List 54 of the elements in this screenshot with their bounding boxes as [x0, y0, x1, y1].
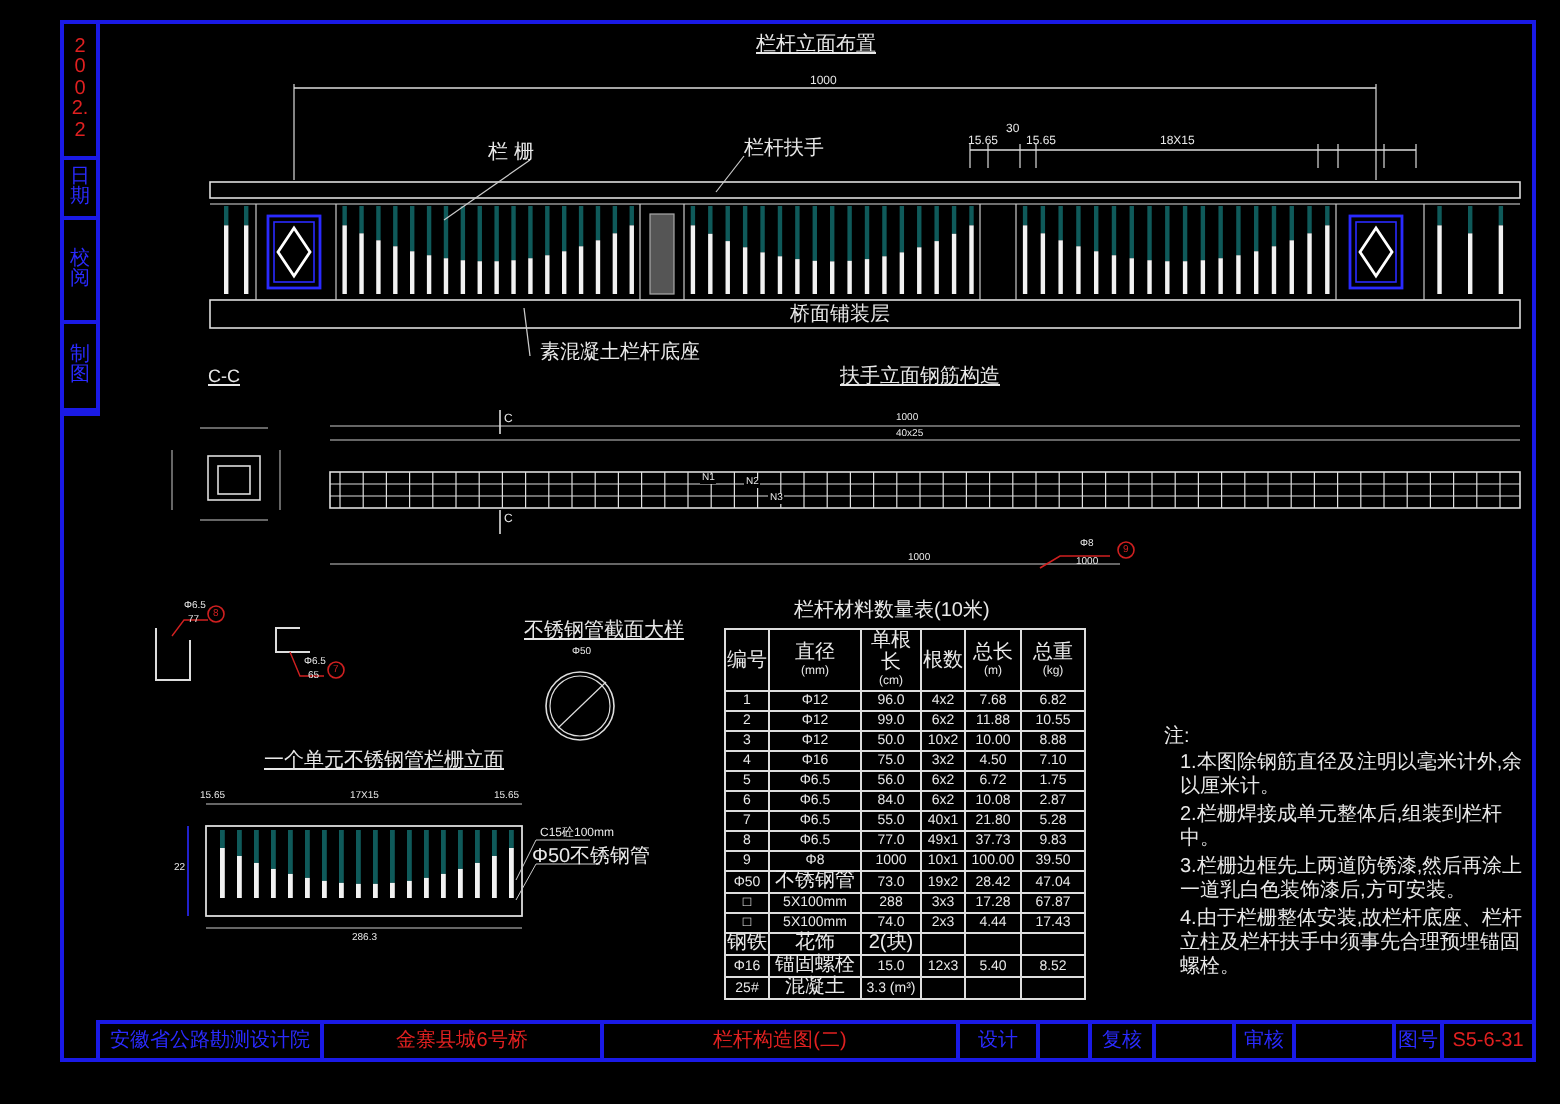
- pipe-section-drawing: [545, 671, 615, 741]
- callout-label: 素混凝土栏杆底座: [540, 344, 700, 364]
- title-block-value: 栏杆构造图(二): [713, 1031, 847, 1051]
- section-drawing: [171, 427, 281, 521]
- leader-line: [715, 155, 745, 193]
- notes-heading: 注:: [1164, 728, 1192, 748]
- rebar-bend-drawing: [275, 627, 311, 653]
- column-header: 编号: [725, 629, 769, 691]
- title-block-value: S5-6-31: [1452, 1031, 1524, 1051]
- title-block-label: 复核: [1102, 1031, 1142, 1051]
- section-mark: [499, 409, 501, 435]
- note-text: 3.栏栅边框先上两道防锈漆,然后再涂上一道乳白色装饰漆后,方可安装。: [1178, 856, 1525, 904]
- note-text: 1.本图除钢筋直径及注明以毫米计外,余以厘米计。: [1178, 752, 1525, 800]
- section-title: C-C: [208, 368, 240, 386]
- drawing-title: 一个单元不锈钢管栏栅立面: [264, 752, 504, 772]
- strip-label: 制图: [64, 324, 96, 412]
- table-cell: 不锈钢管: [769, 871, 861, 893]
- section-mark: [499, 509, 501, 535]
- table-cell: 锚固螺栓: [769, 955, 861, 977]
- table-cell: 花饰: [769, 933, 861, 955]
- rebar-bend-drawing: [155, 627, 191, 681]
- callout-circle: [327, 661, 345, 679]
- note-text: 2.栏栅焊接成单元整体后,组装到栏杆中。: [1178, 804, 1505, 852]
- leader-line: [515, 863, 601, 901]
- title-block-label: 设计: [978, 1031, 1018, 1051]
- callout-label: 栏 栅: [488, 144, 534, 164]
- table-cell: 钢铁: [725, 933, 769, 955]
- title-block-value: 金寨县城6号桥: [396, 1031, 528, 1051]
- drawing-title: 不锈钢管截面大样: [524, 622, 684, 642]
- dimension-line: [187, 825, 189, 917]
- strip-label: 校阅: [64, 220, 96, 324]
- callout-label: 桥面铺装层: [790, 306, 890, 326]
- callout-circle: [207, 605, 225, 623]
- leader-line: [515, 839, 591, 881]
- title-block-label: 审核: [1244, 1031, 1284, 1051]
- callout-circle: [1117, 541, 1135, 559]
- leader-line: [443, 159, 531, 221]
- date-value: 2002.2: [64, 24, 96, 160]
- leader-line: [1039, 555, 1111, 569]
- leader-line: [523, 307, 531, 357]
- callout-label: Φ50不锈钢管: [532, 848, 651, 868]
- column-header: 根数: [921, 629, 965, 691]
- table-title: 栏杆材料数量表(10米): [794, 602, 990, 622]
- table-cell: 2(块): [861, 933, 921, 955]
- table-cell: 混凝土: [769, 977, 861, 999]
- leader-line: [289, 651, 325, 677]
- callout-label: 栏杆扶手: [744, 140, 824, 160]
- title-block-label: 安徽省公路勘测设计院: [110, 1031, 310, 1051]
- note-text: 4.由于栏栅整体安装,故栏杆底座、栏杆立柱及栏杆扶手中须事先合理预埋锚固螺栓。: [1178, 908, 1525, 980]
- leader-line: [171, 619, 209, 637]
- drawing-title: 扶手立面钢筋构造: [840, 368, 1000, 388]
- strip-label: 日期: [64, 160, 96, 220]
- title-block-label: 图号: [1398, 1031, 1438, 1051]
- drawing-title: 栏杆立面布置: [756, 36, 876, 56]
